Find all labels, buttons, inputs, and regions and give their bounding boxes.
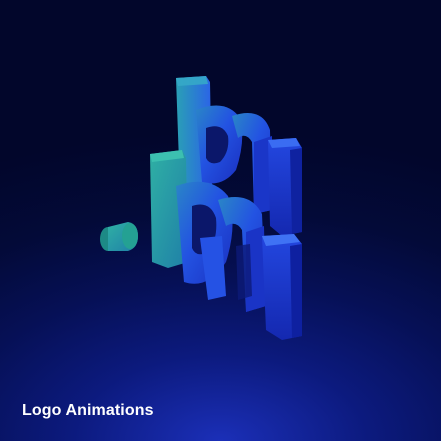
logo-dot-shape (100, 222, 138, 251)
caption-title: Logo Animations (22, 402, 154, 419)
3d-logo-icon (100, 76, 302, 340)
logo-animation-card[interactable]: Logo Animations (0, 0, 441, 441)
